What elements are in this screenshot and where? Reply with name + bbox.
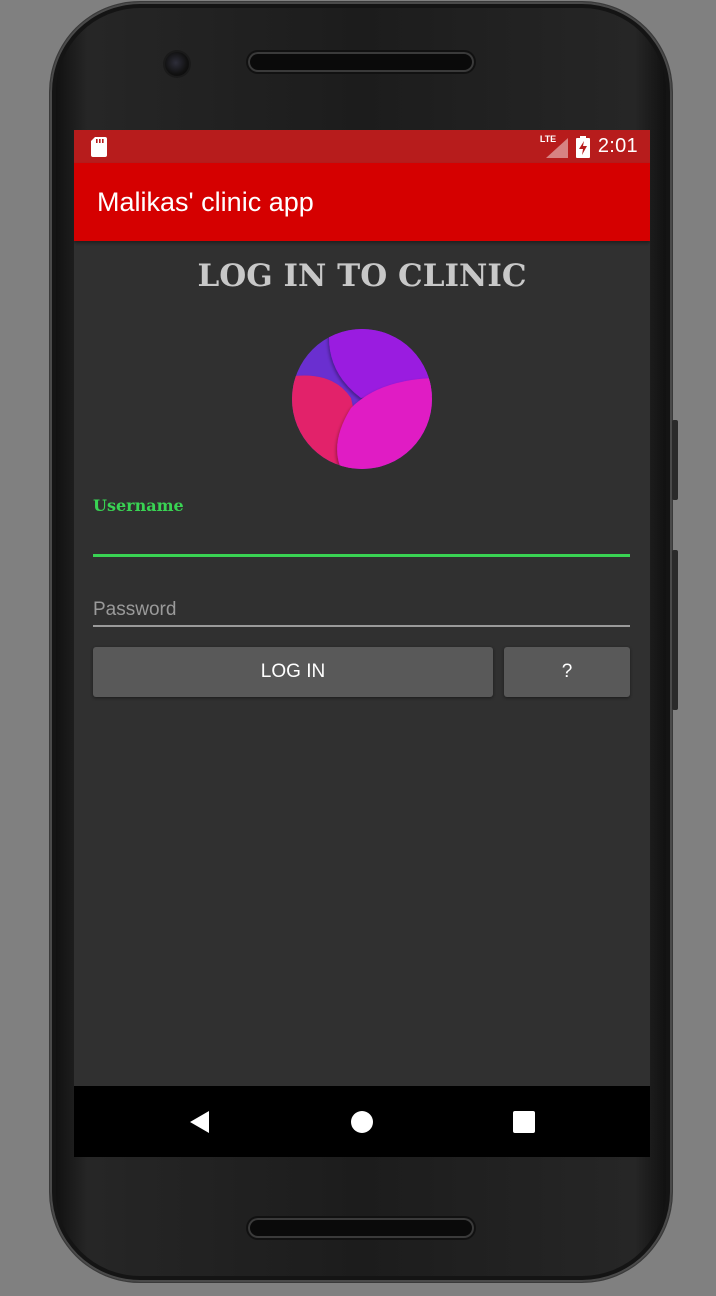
back-icon <box>190 1110 209 1133</box>
home-icon <box>351 1110 373 1133</box>
home-button[interactable] <box>332 1086 392 1157</box>
bottom-speaker <box>248 1218 474 1238</box>
username-underline <box>93 554 630 557</box>
recents-button[interactable] <box>494 1086 554 1157</box>
app-title: Malikas' clinic app <box>97 187 314 217</box>
password-underline <box>93 625 630 627</box>
login-button[interactable]: LOG IN <box>93 647 493 697</box>
password-input[interactable] <box>93 594 630 626</box>
back-button[interactable] <box>170 1086 230 1157</box>
top-speaker <box>248 52 474 72</box>
front-camera <box>165 52 189 76</box>
username-label: Username <box>93 496 184 515</box>
username-input[interactable] <box>93 518 634 554</box>
recents-icon <box>513 1110 535 1133</box>
screen: LTE 2:01 Malikas' clinic app LOG IN TO C… <box>74 130 650 1157</box>
power-button <box>672 420 678 500</box>
battery-charging-icon <box>575 135 590 158</box>
help-button[interactable]: ? <box>504 647 630 697</box>
sd-card-icon <box>91 137 107 157</box>
volume-button <box>672 550 678 710</box>
status-time: 2:01 <box>597 135 638 157</box>
clinic-logo <box>292 329 432 469</box>
page-heading: LOG IN TO CLINIC <box>197 258 527 294</box>
navigation-bar <box>74 1086 650 1157</box>
status-bar: LTE 2:01 <box>74 130 650 163</box>
lte-signal-icon: LTE <box>540 134 568 158</box>
app-bar: Malikas' clinic app <box>74 163 650 241</box>
